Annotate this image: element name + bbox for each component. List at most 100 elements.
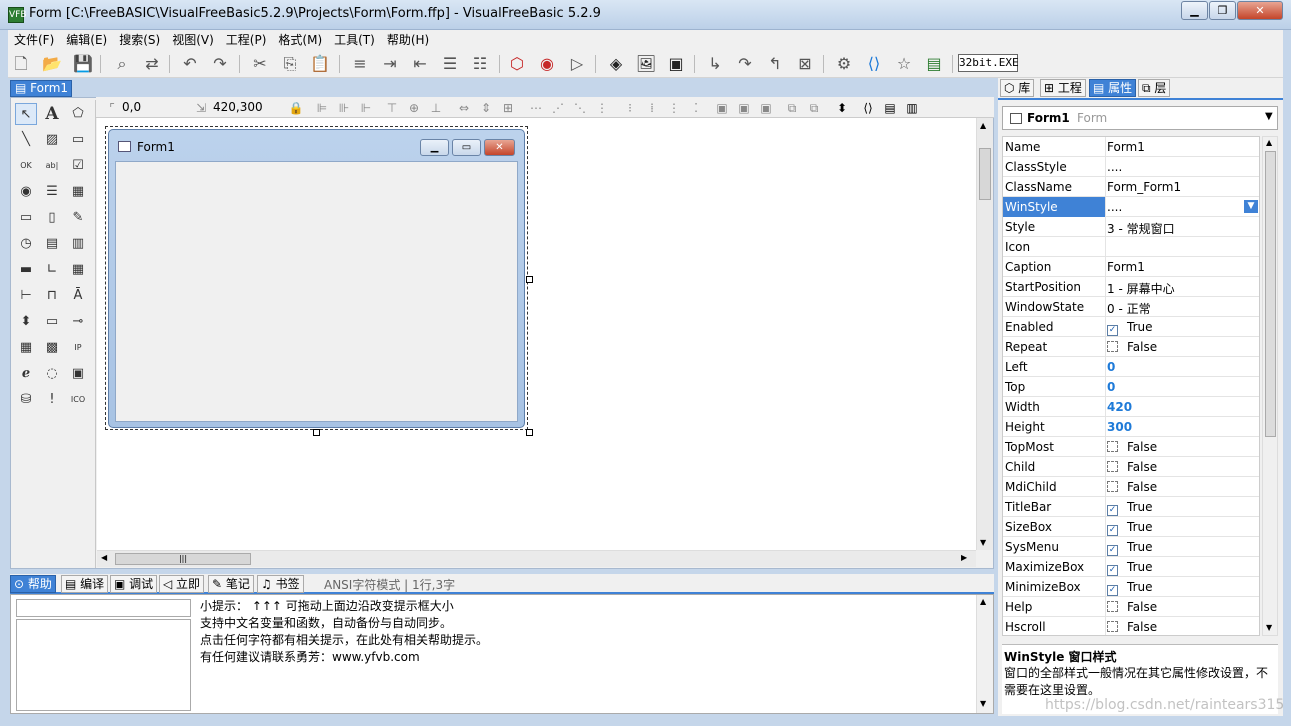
- property-value[interactable]: 1 - 屏幕中心: [1107, 280, 1175, 297]
- minimize-button[interactable]: ▁: [1181, 1, 1208, 20]
- code-view-icon[interactable]: ⟨⟩: [860, 100, 876, 116]
- animation-tool-icon[interactable]: ◌: [41, 363, 63, 385]
- object-selector[interactable]: Form1 Form ▼: [1002, 106, 1278, 130]
- paste-icon[interactable]: 📋: [309, 53, 331, 75]
- menu-help[interactable]: 帮助(H): [381, 30, 435, 50]
- play-icon[interactable]: ▷: [566, 53, 588, 75]
- restore-button[interactable]: ❐: [1209, 1, 1236, 20]
- checkbox-checked-icon[interactable]: ✓: [1107, 525, 1118, 536]
- progress-tool-icon[interactable]: ▬: [15, 259, 37, 281]
- property-row[interactable]: Style 3 - 常规窗口: [1003, 217, 1259, 237]
- step-into-icon[interactable]: ↳: [704, 53, 726, 75]
- resource-icon[interactable]: ▣: [665, 53, 687, 75]
- property-row[interactable]: ClassName Form_Form1: [1003, 177, 1259, 197]
- menu-search[interactable]: 搜索(S): [113, 30, 166, 50]
- property-value-checkbox[interactable]: ✓ True: [1107, 520, 1153, 536]
- textlabel-tool-icon[interactable]: Ā: [67, 285, 89, 307]
- align-left-icon[interactable]: ⊫: [314, 100, 330, 116]
- property-value-checkbox[interactable]: False: [1107, 340, 1157, 354]
- property-row[interactable]: Height 300: [1003, 417, 1259, 437]
- property-value-checkbox[interactable]: ✓ True: [1107, 560, 1153, 576]
- tab-library[interactable]: ⬡ 库: [1000, 79, 1035, 97]
- scroll-down-icon[interactable]: ▼: [980, 538, 986, 547]
- checkbox-unchecked-icon[interactable]: [1107, 481, 1118, 492]
- cut-icon[interactable]: ✂: [249, 53, 271, 75]
- tab-order-icon[interactable]: ⬍: [834, 100, 850, 116]
- picture-tool-icon[interactable]: ▣: [67, 363, 89, 385]
- menu-tools[interactable]: 工具(T): [328, 30, 381, 50]
- property-row[interactable]: Enabled ✓ True: [1003, 317, 1259, 337]
- scroll-up-icon[interactable]: ▲: [1266, 138, 1272, 147]
- shape-tool-icon[interactable]: ⬠: [67, 103, 89, 125]
- property-value-checkbox[interactable]: False: [1107, 440, 1157, 454]
- database-tool-icon[interactable]: ⛁: [15, 389, 37, 411]
- vspace-remove-icon[interactable]: ⁚: [688, 100, 704, 116]
- scroll-up-icon[interactable]: ▲: [980, 597, 986, 606]
- menu-file[interactable]: 文件(F): [8, 30, 60, 50]
- design-form-window[interactable]: Form1 ▁ ▭ ✕: [108, 129, 525, 428]
- property-row[interactable]: SysMenu ✓ True: [1003, 537, 1259, 557]
- menu-format[interactable]: 格式(M): [272, 30, 328, 50]
- replace-icon[interactable]: ⇄: [141, 53, 163, 75]
- property-row[interactable]: StartPosition 1 - 屏幕中心: [1003, 277, 1259, 297]
- scroll-right-icon[interactable]: ▶: [961, 553, 967, 562]
- property-value-checkbox[interactable]: False: [1107, 460, 1157, 474]
- undo-icon[interactable]: ↶: [179, 53, 201, 75]
- property-row[interactable]: SizeBox ✓ True: [1003, 517, 1259, 537]
- chart-tool-icon[interactable]: ∟: [41, 259, 63, 281]
- timer-tool-icon[interactable]: ◷: [15, 233, 37, 255]
- button-tool-icon[interactable]: OK: [15, 155, 37, 177]
- ico-tool-icon[interactable]: ICO: [67, 389, 89, 411]
- close-button[interactable]: ✕: [1237, 1, 1283, 20]
- lock-icon[interactable]: 🔒: [288, 100, 304, 116]
- outdent-icon[interactable]: ⇤: [409, 53, 431, 75]
- bring-front-icon[interactable]: ⧉: [784, 100, 800, 116]
- checkbox-tool-icon[interactable]: ☑: [67, 155, 89, 177]
- stop-debug-icon[interactable]: ⊠: [794, 53, 816, 75]
- same-size-icon[interactable]: ⊞: [500, 100, 516, 116]
- send-back-icon[interactable]: ⧉: [806, 100, 822, 116]
- form-client-area[interactable]: [115, 161, 518, 422]
- tab-help[interactable]: ⊙ 帮助: [10, 575, 56, 593]
- tab-layers[interactable]: ⧉ 层: [1138, 79, 1171, 97]
- uncomment-icon[interactable]: ☷: [469, 53, 491, 75]
- property-value-checkbox[interactable]: ✓ True: [1107, 580, 1153, 596]
- tab-properties[interactable]: ▤ 属性: [1089, 79, 1137, 97]
- textbox-tool-icon[interactable]: ab|: [41, 155, 63, 177]
- property-row[interactable]: TitleBar ✓ True: [1003, 497, 1259, 517]
- scroll-down-icon[interactable]: ▼: [980, 699, 986, 708]
- checkbox-unchecked-icon[interactable]: [1107, 461, 1118, 472]
- scroll-down-icon[interactable]: ▼: [1266, 623, 1272, 632]
- run-icon[interactable]: ◉: [536, 53, 558, 75]
- checkbox-unchecked-icon[interactable]: [1107, 621, 1118, 632]
- hspace-remove-icon[interactable]: ⋮: [594, 100, 610, 116]
- menu-project[interactable]: 工程(P): [220, 30, 273, 50]
- find-icon[interactable]: ⌕: [111, 53, 133, 75]
- tab-form1[interactable]: ▤ Form1: [10, 80, 72, 97]
- tab-notes[interactable]: ✎ 笔记: [208, 575, 254, 593]
- menu-view[interactable]: 视图(V): [166, 30, 220, 50]
- vspace-inc-icon[interactable]: ⁞: [644, 100, 660, 116]
- open-folder-icon[interactable]: 📂: [41, 53, 63, 75]
- richedit-tool-icon[interactable]: ▤: [41, 233, 63, 255]
- horizontal-scroll-thumb[interactable]: |||: [115, 553, 251, 565]
- chevron-down-icon[interactable]: ▼: [1265, 111, 1273, 122]
- center-both-icon[interactable]: ▣: [758, 100, 774, 116]
- help-topic-list[interactable]: [16, 619, 191, 711]
- property-row[interactable]: Left 0: [1003, 357, 1259, 377]
- resize-handle-corner[interactable]: [526, 429, 533, 436]
- trackbar-tool-icon[interactable]: ⊸: [67, 311, 89, 333]
- help-search-input[interactable]: [16, 599, 191, 617]
- messagebox-tool-icon[interactable]: !: [41, 389, 63, 411]
- layers-icon[interactable]: ◈: [605, 53, 627, 75]
- tab-immediate[interactable]: ◁ 立即: [159, 575, 205, 593]
- favorite-icon[interactable]: ☆: [893, 53, 915, 75]
- align-top-icon[interactable]: ⊤: [384, 100, 400, 116]
- property-row[interactable]: Icon: [1003, 237, 1259, 257]
- tab-bookmarks[interactable]: ♫ 书签: [257, 575, 304, 593]
- property-value[interactable]: Form1: [1107, 260, 1145, 274]
- checkbox-checked-icon[interactable]: ✓: [1107, 325, 1118, 336]
- property-row[interactable]: TopMost False: [1003, 437, 1259, 457]
- vscrollbar-tool-icon[interactable]: ▯: [41, 207, 63, 229]
- property-row[interactable]: MaximizeBox ✓ True: [1003, 557, 1259, 577]
